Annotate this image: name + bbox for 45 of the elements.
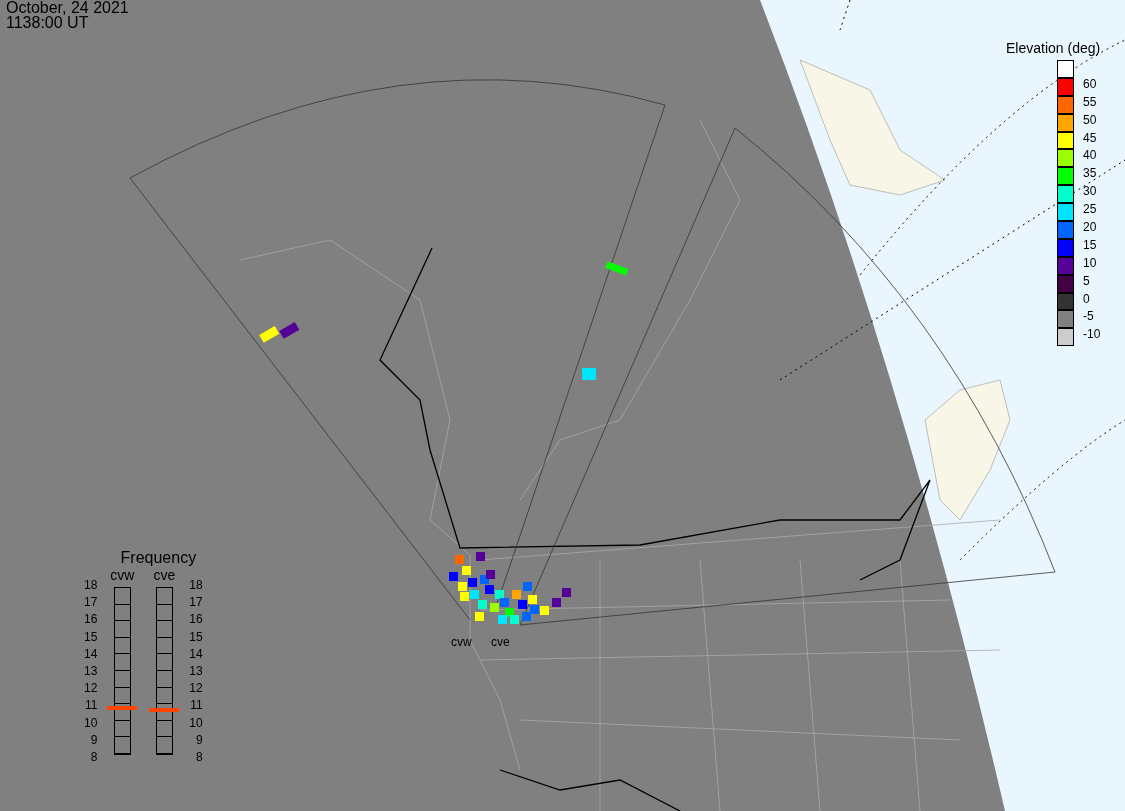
radar-label: cve [491,635,510,649]
frequency-tick: 12 [189,682,203,695]
frequency-tick: 11 [84,699,98,712]
frequency-tick: 18 [189,579,203,591]
frequency-tick: 12 [84,682,98,695]
time-label: 1138:00 UT [6,15,90,30]
frequency-tick: 13 [84,664,98,677]
date-label: October, 24 2021 [6,0,129,15]
frequency-tick: 8 [89,750,98,763]
legend-value: 40 [1083,149,1097,162]
legend-value: 30 [1083,185,1097,198]
legend-value: 10 [1083,256,1097,269]
legend-title: Elevation (deg) [1006,40,1101,56]
legend-value: 0 [1083,292,1090,305]
legend-value: -10 [1083,328,1101,341]
frequency-tick: 18 [84,579,98,591]
frequency-tick: 16 [84,613,98,626]
legend-value: 5 [1083,274,1090,287]
frequency-tick: 10 [189,716,203,729]
frequency-tick: 10 [84,716,98,729]
frequency-tick: 15 [189,630,203,643]
frequency-tick: 9 [89,733,98,746]
radar-label: cvw [451,635,472,649]
legend-value: 55 [1083,95,1097,108]
frequency-tick: 17 [84,596,98,609]
legend-value: -5 [1083,310,1094,323]
frequency-tick: 11 [189,699,203,712]
legend-value: 50 [1083,113,1097,126]
frequency-tick: 15 [84,630,98,643]
legend-value: 15 [1083,238,1097,251]
frequency-tick: 17 [189,596,203,609]
frequency-tick: 8 [195,750,203,763]
frequency-tick: 14 [189,647,203,660]
frequency-title: Frequency [120,549,197,567]
frequency-tick: 9 [195,733,203,746]
radar-name: cvw [110,567,135,583]
frequency-tick: 14 [84,647,98,660]
legend-value: 45 [1083,131,1097,144]
legend-value: 25 [1083,203,1097,216]
frequency-tick: 16 [189,613,203,626]
frequency-tick: 13 [189,664,203,677]
legend-value: 35 [1083,167,1097,180]
legend-value: 60 [1083,77,1097,90]
legend-value: 20 [1083,221,1097,233]
radar-name: cve [153,567,176,583]
